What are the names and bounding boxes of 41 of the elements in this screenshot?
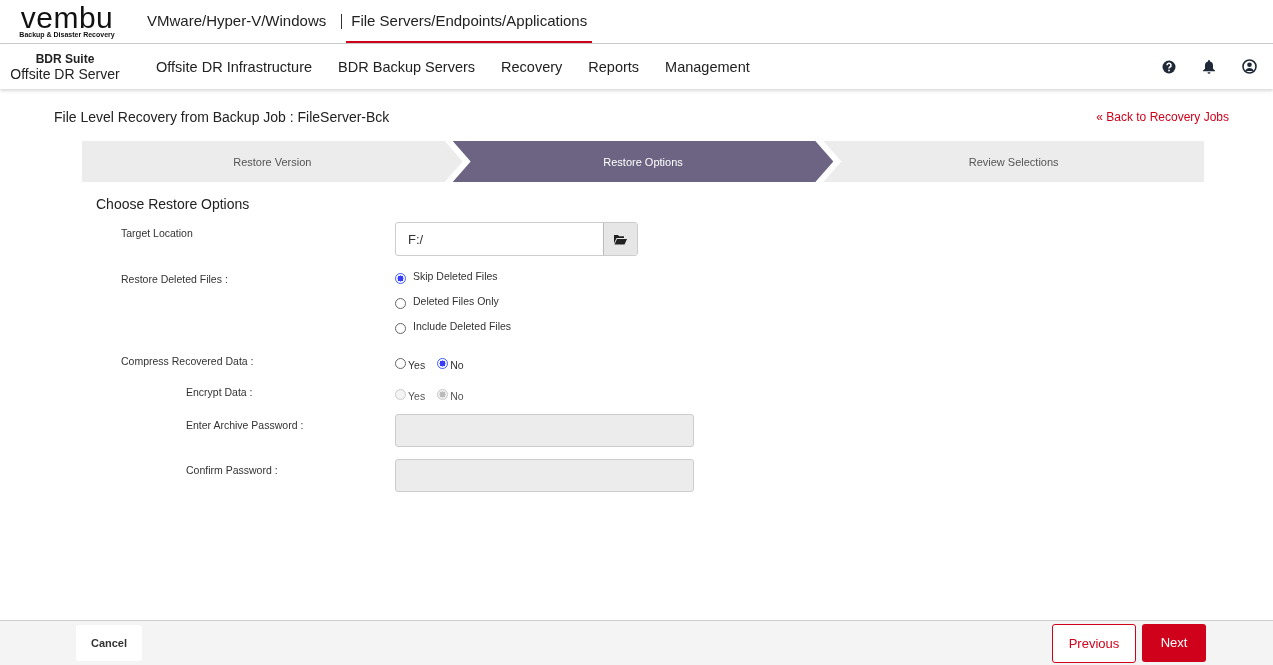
back-link[interactable]: « Back to Recovery Jobs: [1096, 110, 1229, 124]
wizard-step: Restore Options: [452, 141, 834, 182]
nav-item[interactable]: Recovery: [501, 58, 563, 75]
help-icon[interactable]: [1162, 59, 1176, 74]
previous-button[interactable]: Previous: [1052, 623, 1136, 663]
radio-option[interactable]: Deleted Files Only: [395, 293, 512, 313]
nav-item[interactable]: Offsite DR Infrastructure: [156, 58, 313, 75]
browse-button[interactable]: [603, 223, 637, 255]
radio-option[interactable]: Skip Deleted Files: [395, 268, 512, 288]
field-label: Restore Deleted Files :: [121, 272, 229, 285]
target-location-field[interactable]: F:/: [395, 222, 638, 256]
page-title: File Level Recovery from Backup Job : FileServer-Bck: [54, 109, 390, 125]
user-icon[interactable]: [1242, 59, 1257, 74]
field-label: Target Location: [121, 226, 194, 239]
product-tab[interactable]: File Servers/Endpoints/Applications: [346, 0, 593, 43]
field-label: Encrypt Data :: [185, 385, 254, 398]
radio-option[interactable]: No: [437, 355, 464, 371]
nav-item[interactable]: BDR Backup Servers: [338, 58, 476, 75]
field-label: Enter Archive Password :: [185, 418, 305, 431]
radio-button[interactable]: [395, 272, 406, 284]
notification-bell-icon[interactable]: [1202, 59, 1216, 74]
radio-option[interactable]: Include Deleted Files: [395, 318, 512, 338]
radio-button[interactable]: [395, 322, 406, 334]
suite-name: BDR Suite: [35, 51, 95, 66]
nav-item[interactable]: Reports: [588, 58, 640, 75]
section-title: Choose Restore Options: [96, 196, 251, 212]
logo: vembu: [20, 5, 114, 31]
wizard-step: Review Selections: [823, 141, 1204, 182]
wizard-step: Restore Version: [82, 141, 463, 182]
radio-button[interactable]: [437, 357, 449, 369]
folder-icon: [614, 233, 627, 245]
field-label: Compress Recovered Data :: [121, 354, 255, 367]
next-button[interactable]: Next: [1142, 623, 1206, 662]
nav-item[interactable]: Management: [665, 58, 750, 75]
server-name: Offsite DR Server: [10, 65, 120, 82]
field-label: Confirm Password :: [185, 463, 279, 476]
cancel-button[interactable]: Cancel: [76, 625, 142, 661]
radio-button[interactable]: [395, 357, 406, 369]
product-tab[interactable]: VMware/Hyper-V/Windows: [142, 0, 332, 43]
radio-option[interactable]: Yes: [395, 355, 426, 371]
radio-button[interactable]: [395, 297, 406, 309]
